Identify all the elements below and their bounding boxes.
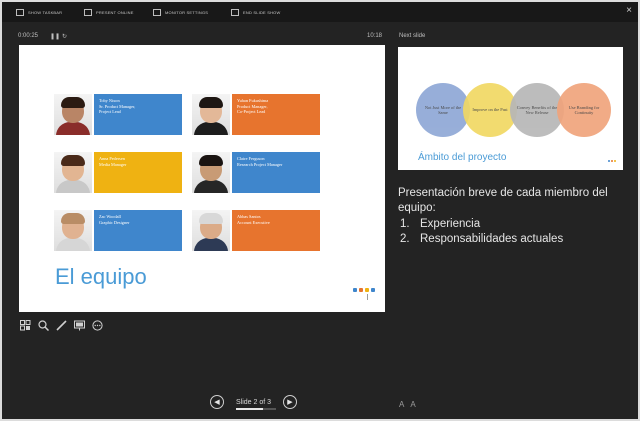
logo-mark	[367, 294, 368, 300]
chevron-right-icon: ▶	[287, 399, 293, 406]
taskbar-icon	[16, 8, 24, 16]
present-online-button[interactable]: PRESENT ONLINE	[84, 7, 134, 17]
team-member-card: Anna Pedersen Media Manager	[54, 152, 182, 193]
member-text: Graphic Designer	[99, 219, 130, 225]
member-photo	[192, 210, 230, 251]
member-photo	[192, 94, 230, 135]
slide-navigation: ◀ Slide 2 of 3 ▶	[210, 395, 297, 409]
decrease-font-icon[interactable]: A	[399, 400, 404, 409]
logo-dot	[353, 288, 357, 292]
show-taskbar-button[interactable]: SHOW TASKBAR	[16, 7, 62, 17]
next-slide-button[interactable]: ▶	[283, 395, 297, 409]
notes-intro: Presentación breve de cada miembro del e…	[398, 187, 608, 214]
clock: 10:18	[367, 33, 383, 39]
member-info-tile: Toby Nixon Sr. Product Manager, Project Le…	[94, 94, 182, 135]
scope-circle: Improve on the Past	[463, 83, 517, 137]
team-member-card: Zac Woodall Graphic Designer	[54, 210, 182, 251]
logo-dot	[614, 160, 616, 162]
member-photo	[192, 152, 230, 193]
slide-tools	[19, 319, 103, 331]
next-slide-label: Next slide	[399, 33, 426, 39]
member-info-tile: Claire Ferguson Research Project Manager	[232, 152, 320, 193]
member-photo	[54, 94, 92, 135]
present-online-label: PRESENT ONLINE	[96, 9, 134, 15]
pen-icon[interactable]	[55, 319, 67, 331]
member-info-tile: Anna Pedersen Media Manager	[94, 152, 182, 193]
chevron-left-icon: ◀	[214, 399, 220, 406]
scope-circle: Not Just More of the Same	[416, 83, 470, 137]
logo-dot	[611, 160, 613, 162]
member-text: Project Lead	[99, 109, 121, 115]
member-text: Media Manager	[99, 161, 127, 167]
slide-progress-bar	[236, 408, 276, 410]
logo-dot	[371, 288, 375, 292]
team-member-card: Claire Ferguson Research Project Manager	[192, 152, 320, 193]
scope-circle-text: Not Just More of the Same	[424, 104, 462, 116]
team-member-card: Yuhan Fukushima Product Manager, Co-Projec…	[192, 94, 320, 135]
close-icon[interactable]: ×	[626, 5, 632, 16]
slide-progress-fill	[236, 408, 263, 410]
logo-dot	[608, 160, 610, 162]
slide-count[interactable]: Slide 2 of 3	[231, 399, 276, 406]
speaker-notes[interactable]: Presentación breve de cada miembro del e…	[398, 186, 628, 247]
member-info-tile: Zac Woodall Graphic Designer	[94, 210, 182, 251]
member-text: Account Executive	[237, 219, 270, 225]
black-screen-icon[interactable]	[73, 319, 85, 331]
end-slide-show-button[interactable]: END SLIDE SHOW	[231, 7, 280, 17]
member-text: Research Project Manager	[237, 161, 283, 167]
member-info-tile: Abbas Santos Account Executive	[232, 210, 320, 251]
more-options-icon[interactable]	[91, 319, 103, 331]
next-slide-preview[interactable]: Not Just More of the Same Improve on the …	[398, 47, 623, 170]
next-slide-title: Ámbito del proyecto	[418, 152, 507, 163]
see-all-slides-icon[interactable]	[19, 319, 31, 331]
notes-font-controls: A A	[399, 400, 416, 409]
scope-circle-text: Use Branding for Continuity	[568, 104, 600, 116]
slide-title: El equipo	[55, 264, 147, 289]
restart-timer-icon[interactable]: ↻	[62, 33, 67, 40]
scope-circle: Convey Benefits of the New Release	[510, 83, 564, 137]
member-photo	[54, 152, 92, 193]
show-taskbar-label: SHOW TASKBAR	[28, 9, 63, 15]
team-member-card: Toby Nixon Sr. Product Manager, Project Le…	[54, 94, 182, 135]
increase-font-icon[interactable]: A	[410, 400, 415, 409]
slide-logo-dots	[353, 288, 377, 304]
team-member-card: Abbas Santos Account Executive	[192, 210, 320, 251]
notes-item-text: Experiencia	[420, 217, 481, 230]
member-info-tile: Yuhan Fukushima Product Manager, Co-Projec…	[232, 94, 320, 135]
zoom-icon[interactable]	[37, 319, 49, 331]
monitor-settings-button[interactable]: MONITOR SETTINGS	[153, 7, 208, 17]
monitor-settings-label: MONITOR SETTINGS	[165, 9, 209, 15]
member-text: Co-Project Lead	[237, 109, 266, 115]
next-slide-logo-dots	[608, 160, 618, 164]
present-online-icon	[84, 8, 92, 16]
notes-list-item: 1. Experiencia	[400, 217, 481, 230]
monitor-icon	[153, 8, 161, 16]
pause-timer-icon[interactable]: ❚❚	[50, 33, 60, 40]
member-photo	[54, 210, 92, 251]
previous-slide-button[interactable]: ◀	[210, 395, 224, 409]
end-slide-show-label: END SLIDE SHOW	[243, 9, 281, 15]
scope-circle-text: Convey Benefits of the New Release	[516, 104, 558, 116]
notes-list-item: 2. Responsabilidades actuales	[400, 232, 564, 245]
scope-circle-text: Improve on the Past	[472, 107, 508, 113]
logo-dot	[359, 288, 363, 292]
notes-list: 1. Experiencia 2. Responsabilidades actual…	[398, 217, 628, 247]
current-slide: Toby Nixon Sr. Product Manager, Project Le…	[19, 45, 385, 312]
presenter-view-window: SHOW TASKBAR PRESENT ONLINE MONITOR SETT…	[2, 2, 638, 419]
scope-circle: Use Branding for Continuity	[557, 83, 611, 137]
elapsed-timer: 0:00:25	[18, 33, 39, 39]
presenter-toolbar: SHOW TASKBAR PRESENT ONLINE MONITOR SETT…	[2, 2, 638, 22]
logo-dot	[365, 288, 369, 292]
end-show-icon	[231, 8, 239, 16]
notes-item-text: Responsabilidades actuales	[420, 232, 564, 245]
